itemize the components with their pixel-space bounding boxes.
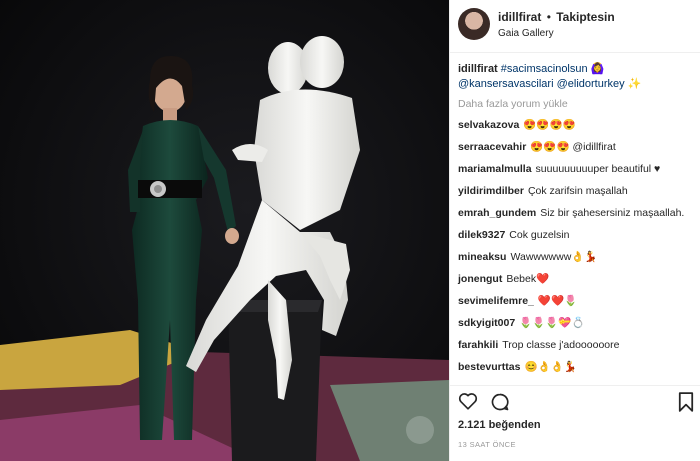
comment-text: suuuuuuuuuper beautiful ♥ bbox=[535, 163, 661, 175]
comment-item: sdkyigit007 🌷🌷🌷💝💍 bbox=[458, 316, 700, 330]
bookmark-icon[interactable] bbox=[678, 392, 694, 417]
comment-item: mariamalmulla suuuuuuuuuper beautiful ♥ bbox=[458, 162, 700, 176]
caption-username[interactable]: idillfirat bbox=[458, 63, 498, 75]
comment-username[interactable]: mariamalmulla bbox=[458, 163, 532, 175]
comment-username[interactable]: emrah_gundem bbox=[458, 207, 536, 219]
photo-illustration bbox=[0, 0, 449, 461]
header-username[interactable]: idillfirat bbox=[498, 10, 541, 24]
comment-username[interactable]: yildirimdilber bbox=[458, 185, 524, 197]
action-bar bbox=[450, 385, 700, 416]
likes-count[interactable]: 2.121 beğenden bbox=[458, 419, 541, 431]
comment-username[interactable]: jonengut bbox=[458, 273, 502, 285]
comment-username[interactable]: dilek9327 bbox=[458, 229, 505, 241]
caption-hashtag[interactable]: #sacimsacinolsun bbox=[501, 63, 588, 75]
comment-text: ❤️❤️🌷 bbox=[537, 295, 578, 307]
comment-icon[interactable] bbox=[490, 392, 510, 417]
comment-username[interactable]: bestevurttas bbox=[458, 361, 520, 373]
caption-sparkle-emoji: ✨ bbox=[627, 78, 642, 90]
comment-item: sevimelifemre_ ❤️❤️🌷 bbox=[458, 294, 700, 308]
post-photo[interactable] bbox=[0, 0, 449, 461]
comment-item: serraacevahir 😍😍😍 @idillfirat bbox=[458, 140, 700, 154]
comments-list[interactable]: idillfirat #sacimsacinolsun 🙆‍♀️ @kanser… bbox=[450, 62, 700, 378]
comment-text: Cok guzelsin bbox=[509, 229, 570, 241]
header-user-line: idillfirat • Takiptesin bbox=[498, 10, 615, 24]
post-timestamp: 13 SAAT ÖNCE bbox=[458, 440, 516, 449]
comment-username[interactable]: sdkyigit007 bbox=[458, 317, 515, 329]
caption-mention-elidor[interactable]: @elidorturkey bbox=[557, 78, 625, 90]
comment-username[interactable]: mineaksu bbox=[458, 251, 506, 263]
comment-username[interactable]: selvakazova bbox=[458, 119, 519, 131]
comment-item: jonengut Bebek❤️ bbox=[458, 272, 700, 286]
comment-item: dilek9327 Cok guzelsin bbox=[458, 228, 700, 242]
comment-username[interactable]: serraacevahir bbox=[458, 141, 526, 153]
caption-emoji: 🙆‍♀️ bbox=[590, 63, 605, 75]
comment-item: selvakazova 😍😍😍😍 bbox=[458, 118, 700, 132]
follow-status[interactable]: Takiptesin bbox=[556, 10, 614, 24]
comment-text: Bebek❤️ bbox=[506, 273, 550, 285]
caption-mention-kanser[interactable]: @kansersavascilari bbox=[458, 78, 554, 90]
comment-item: farahkili Trop classe j'adoooooore bbox=[458, 338, 700, 352]
location-link[interactable]: Gaia Gallery bbox=[498, 28, 554, 39]
post-caption: idillfirat #sacimsacinolsun 🙆‍♀️ @kanser… bbox=[458, 62, 700, 92]
comment-item: yildirimdilber Çok zarifsin maşallah bbox=[458, 184, 700, 198]
load-more-comments[interactable]: Daha fazla yorum yükle bbox=[458, 98, 700, 110]
comment-username[interactable]: farahkili bbox=[458, 339, 498, 351]
comment-text: 😊👌👌💃 bbox=[524, 361, 577, 373]
comment-username[interactable]: sevimelifemre_ bbox=[458, 295, 534, 307]
post-header: idillfirat • Takiptesin Gaia Gallery bbox=[450, 0, 700, 53]
comments-panel: idillfirat • Takiptesin Gaia Gallery idi… bbox=[449, 0, 700, 461]
avatar[interactable] bbox=[458, 8, 490, 40]
comment-text: 🌷🌷🌷💝💍 bbox=[519, 317, 585, 329]
comment-text: Siz bir şahesersiniz maşaallah. bbox=[540, 207, 685, 219]
comment-item: mineaksu Wawwwwww👌💃 bbox=[458, 250, 700, 264]
comment-item: bestevurttas 😊👌👌💃 bbox=[458, 360, 700, 374]
comment-text: 😍😍😍 @idillfirat bbox=[530, 141, 616, 153]
comment-text: Trop classe j'adoooooore bbox=[502, 339, 620, 351]
comment-text: 😍😍😍😍 bbox=[523, 119, 576, 131]
heart-icon[interactable] bbox=[458, 392, 478, 415]
comment-text: Çok zarifsin maşallah bbox=[527, 185, 628, 197]
header-separator: • bbox=[546, 10, 551, 24]
comment-item: emrah_gundem Siz bir şahesersiniz maşaall… bbox=[458, 206, 700, 220]
comment-text: Wawwwwww👌💃 bbox=[510, 251, 598, 263]
